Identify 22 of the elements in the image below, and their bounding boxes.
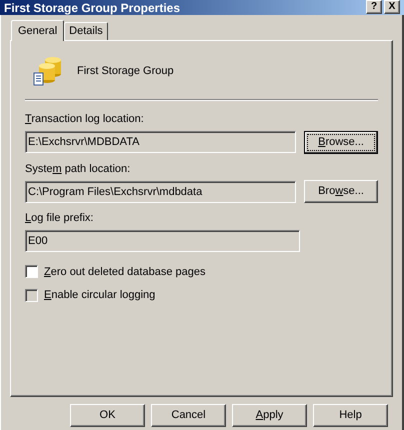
- tab[interactable]: General: [11, 20, 64, 41]
- dialog-button[interactable]: Cancel: [151, 404, 226, 427]
- field-label: System path location:: [25, 162, 132, 176]
- field-label: Log file prefix:: [25, 211, 94, 226]
- checkbox-label: Zero out deleted database pages: [44, 264, 206, 280]
- tab[interactable]: Details: [64, 22, 108, 40]
- close-button[interactable]: X: [384, 0, 400, 14]
- group-name: First Storage Group: [77, 64, 174, 79]
- window-title: First Storage Group Properties: [4, 0, 180, 14]
- database-icon: [33, 54, 63, 88]
- dialog-button[interactable]: Apply: [232, 404, 307, 427]
- browse-button[interactable]: Browse...: [304, 180, 378, 203]
- checkbox[interactable]: [25, 265, 38, 278]
- dialog-button[interactable]: OK: [70, 404, 145, 427]
- help-button[interactable]: ?: [366, 0, 382, 14]
- text-field[interactable]: C:\Program Files\Exchsrvr\mdbdata: [25, 180, 296, 202]
- checkbox-label: Enable circular logging: [44, 288, 156, 303]
- text-field[interactable]: E:\Exchsrvr\MDBDATA: [25, 131, 296, 153]
- dialog-button[interactable]: Help: [313, 404, 388, 427]
- field-label: Transaction log location:: [25, 112, 145, 127]
- browse-button[interactable]: Browse...: [304, 130, 378, 154]
- text-field[interactable]: E00: [25, 230, 300, 252]
